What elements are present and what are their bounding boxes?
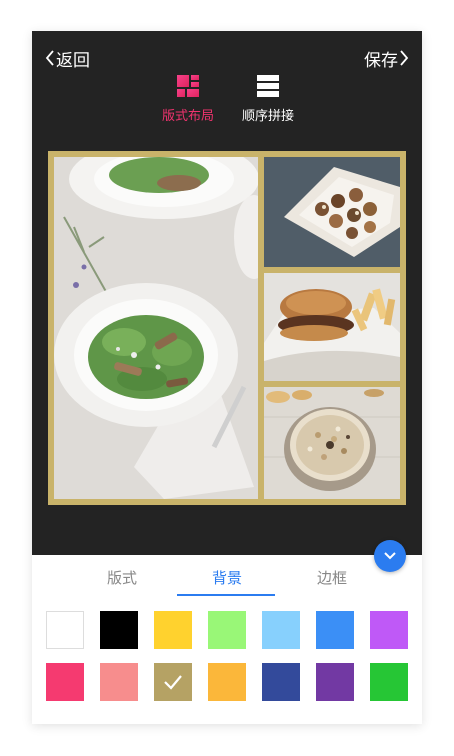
stack-rows-icon — [257, 75, 279, 97]
burger-basket-photo[interactable] — [264, 273, 400, 381]
color-swatch[interactable] — [316, 611, 354, 649]
mode-layout-label: 版式布局 — [161, 109, 214, 124]
color-swatch[interactable] — [208, 611, 246, 649]
color-swatch[interactable] — [262, 663, 300, 701]
salad-plate-image — [54, 157, 258, 499]
pastry-box-photo[interactable] — [264, 157, 400, 267]
active-tab-indicator — [177, 594, 275, 596]
tab-layout[interactable]: 版式 — [72, 567, 172, 588]
color-swatch[interactable] — [154, 663, 192, 701]
pastry-box-image — [264, 157, 400, 267]
phone-screen: 返回 保存 版式布局 顺序拼接 版式 背景 边框 — [32, 31, 422, 724]
granola-bowl-image — [264, 387, 400, 499]
pager-dots — [32, 716, 422, 724]
checkmark-icon — [164, 675, 182, 690]
collage-canvas[interactable] — [48, 151, 406, 505]
color-swatch[interactable] — [370, 611, 408, 649]
back-label: 返回 — [56, 50, 90, 71]
salad-plate-photo[interactable] — [54, 157, 258, 499]
collapse-panel-button[interactable] — [374, 540, 406, 572]
mode-sequence-tab[interactable]: 顺序拼接 — [228, 75, 308, 124]
color-swatch[interactable] — [208, 663, 246, 701]
tab-border[interactable]: 边框 — [282, 567, 382, 588]
chevron-left-icon — [45, 50, 54, 66]
chevron-down-icon — [384, 552, 396, 560]
burger-basket-image — [264, 273, 400, 381]
editor-area: 返回 保存 版式布局 顺序拼接 — [32, 31, 422, 555]
save-label: 保存 — [364, 50, 398, 71]
mode-layout-tab[interactable]: 版式布局 — [148, 75, 228, 124]
color-swatch[interactable] — [46, 663, 84, 701]
tab-background[interactable]: 背景 — [177, 567, 277, 588]
mode-sequence-label: 顺序拼接 — [241, 109, 294, 124]
color-swatch[interactable] — [100, 611, 138, 649]
save-button[interactable]: 保存 — [364, 45, 410, 71]
granola-bowl-photo[interactable] — [264, 387, 400, 499]
color-swatch[interactable] — [316, 663, 354, 701]
back-button[interactable]: 返回 — [44, 45, 90, 71]
color-swatch[interactable] — [100, 663, 138, 701]
color-swatch[interactable] — [262, 611, 300, 649]
color-swatch[interactable] — [370, 663, 408, 701]
color-swatch[interactable] — [154, 611, 192, 649]
chevron-right-icon — [400, 50, 409, 66]
grid-layout-icon — [177, 75, 199, 97]
color-swatch[interactable] — [46, 611, 84, 649]
